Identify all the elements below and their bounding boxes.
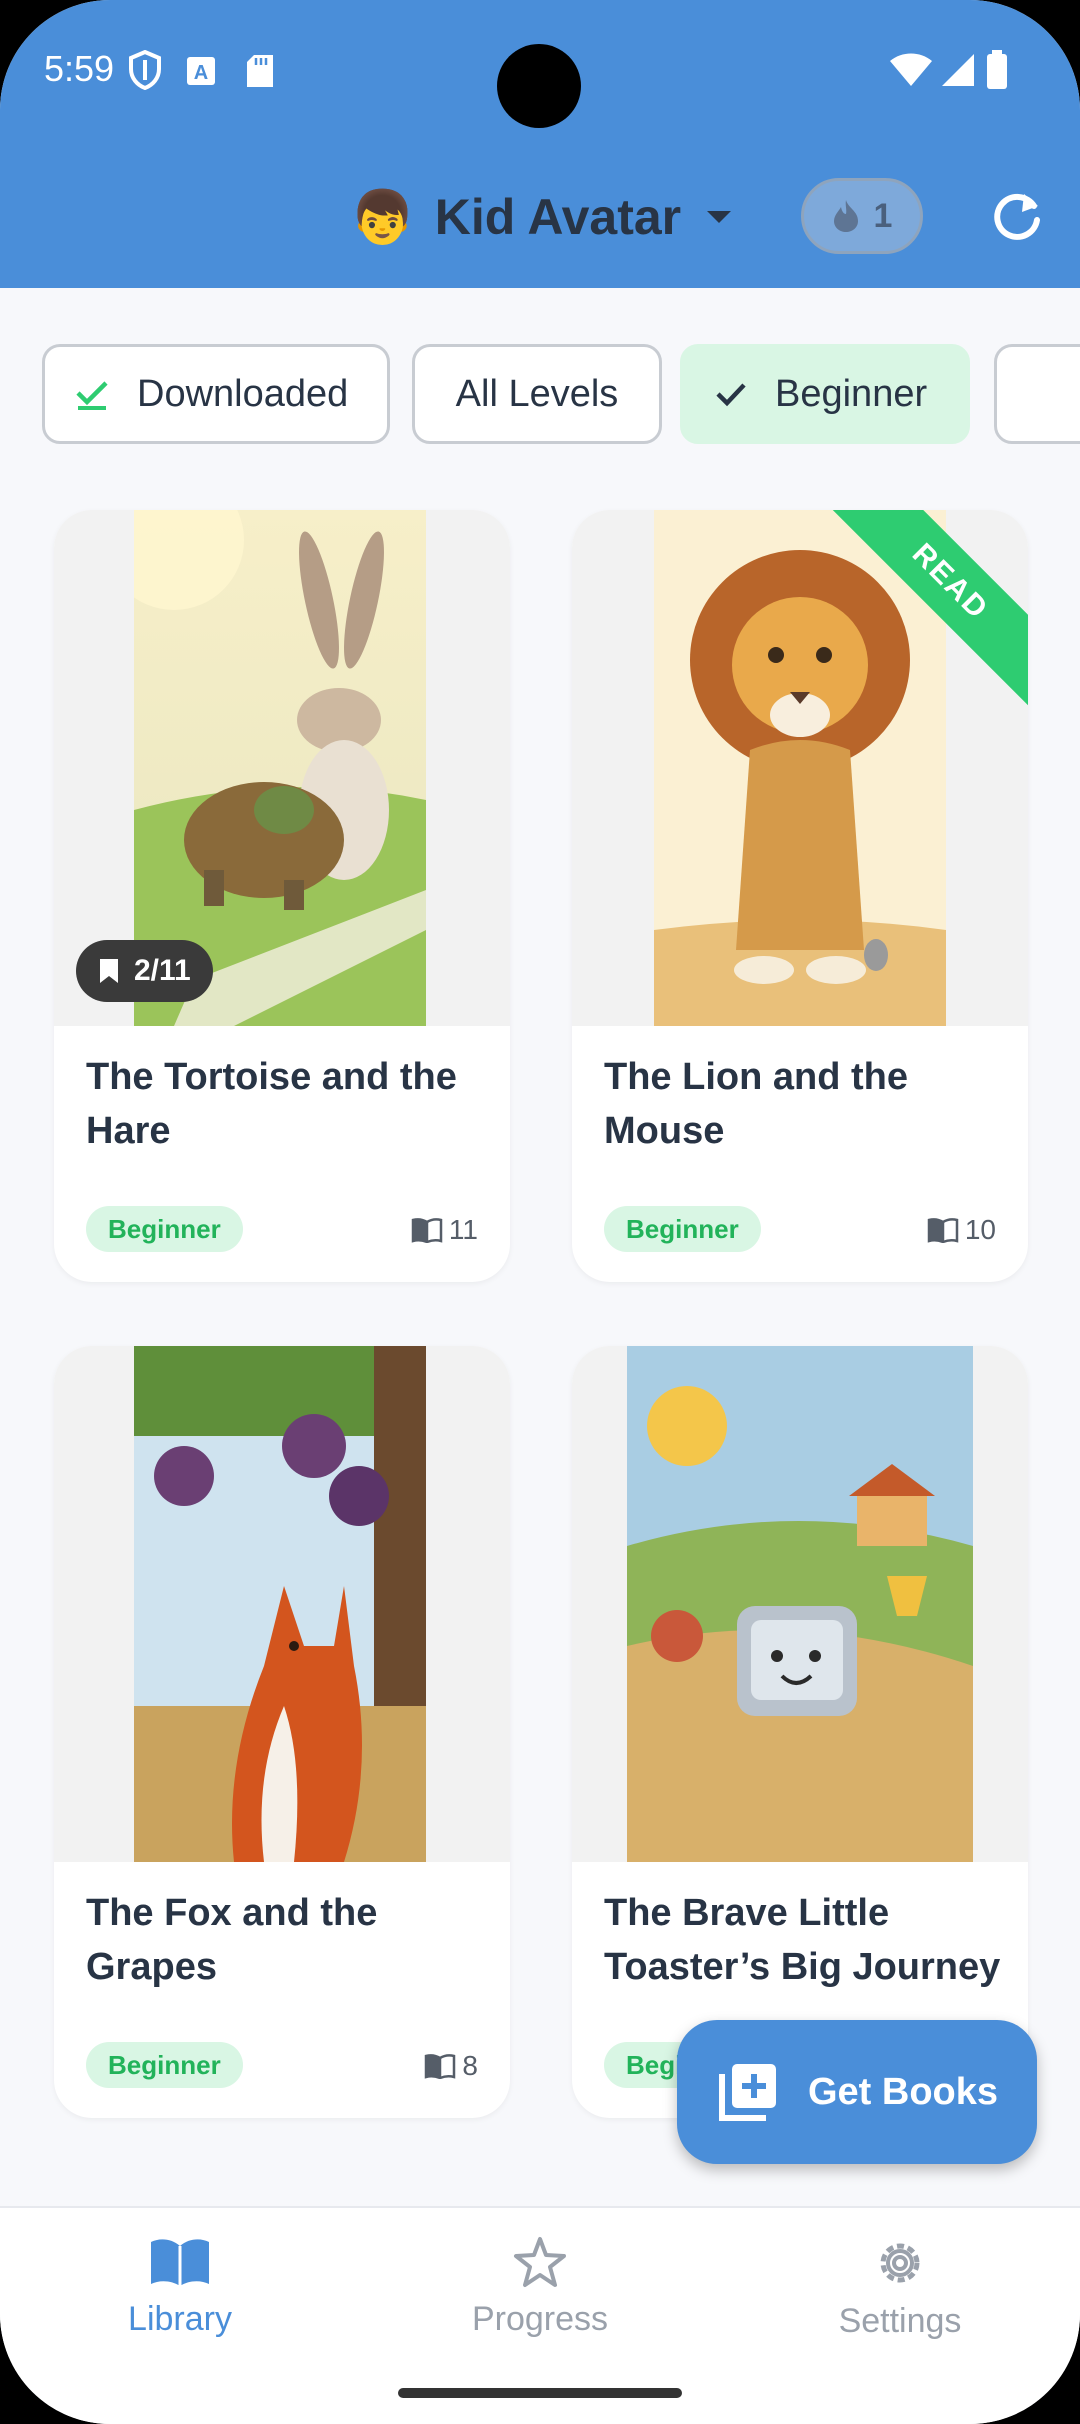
streak-count: 1 bbox=[873, 196, 893, 235]
book-pages-icon bbox=[411, 1218, 443, 1243]
page-count-value: 10 bbox=[964, 1214, 996, 1245]
book-title: The Tortoise and the Hare bbox=[86, 1056, 457, 1152]
book-cover-image bbox=[627, 1346, 973, 1862]
filter-chips-row: Downloaded All Levels Beginner bbox=[42, 344, 1080, 444]
filter-chip-beginner[interactable]: Beginner bbox=[680, 344, 970, 444]
check-icon bbox=[716, 383, 746, 407]
nav-label: Library bbox=[128, 2300, 232, 2338]
star-icon bbox=[514, 2237, 566, 2287]
page-count: 11 bbox=[411, 1210, 478, 1250]
reading-progress-badge: 2/11 bbox=[76, 940, 213, 1002]
wifi-icon bbox=[890, 53, 932, 86]
level-badge: Beginner bbox=[86, 2042, 243, 2088]
filter-chip-all-levels[interactable]: All Levels bbox=[412, 344, 662, 444]
book-title: The Lion and the Mouse bbox=[604, 1056, 908, 1152]
filter-chip-downloaded[interactable]: Downloaded bbox=[42, 344, 390, 444]
page-count: 8 bbox=[424, 2046, 478, 2086]
app-header: 5:59 A 👦 Kid Avatar 1 bbox=[0, 0, 1080, 288]
book-card[interactable]: The Fox and the Grapes Beginner 8 bbox=[54, 1346, 510, 2118]
book-title: The Brave Little Toaster’s Big Journey bbox=[604, 1892, 1001, 1988]
camera-cutout bbox=[497, 44, 581, 128]
nav-item-settings[interactable]: Settings bbox=[790, 2236, 1010, 2341]
keyboard-a-icon: A bbox=[187, 57, 215, 85]
kid-avatar-emoji: 👦 bbox=[350, 188, 415, 247]
refresh-icon[interactable] bbox=[990, 190, 1044, 244]
book-pages-icon bbox=[425, 2054, 456, 2079]
svg-text:A: A bbox=[194, 62, 208, 84]
page-count-value: 11 bbox=[448, 1214, 478, 1245]
check-icon bbox=[76, 381, 108, 410]
status-bar: 5:59 A bbox=[0, 0, 1080, 140]
get-books-button[interactable]: Get Books bbox=[677, 2020, 1037, 2164]
flame-icon bbox=[833, 200, 858, 232]
page-count-value: 8 bbox=[462, 2050, 478, 2081]
get-books-label: Get Books bbox=[807, 2070, 999, 2113]
book-title: The Fox and the Grapes bbox=[86, 1892, 378, 1988]
nav-label: Progress bbox=[471, 2300, 609, 2338]
book-open-icon bbox=[151, 2239, 209, 2286]
progress-text: 2/11 bbox=[134, 954, 191, 987]
status-time: 5:59 bbox=[44, 48, 115, 89]
book-cover-image bbox=[134, 1346, 426, 1862]
home-indicator[interactable] bbox=[398, 2388, 682, 2398]
level-badge: Beginner bbox=[604, 1206, 761, 1252]
signal-icon bbox=[942, 54, 974, 86]
kid-name: Kid Avatar bbox=[434, 189, 682, 245]
filter-chip-label: Downloaded bbox=[137, 372, 349, 415]
gear-icon bbox=[880, 2243, 920, 2283]
book-card[interactable]: The Brave Little Toaster’s Big Journey B… bbox=[572, 1346, 1028, 2118]
filter-chip-label: All Levels bbox=[455, 372, 619, 415]
sd-card-icon bbox=[247, 55, 273, 87]
book-card[interactable]: 2/11 The Tortoise and the Hare Beginner … bbox=[54, 510, 510, 1282]
book-pages-icon bbox=[927, 1218, 959, 1243]
shield-icon bbox=[129, 50, 161, 90]
kid-profile-selector[interactable]: 👦 Kid Avatar bbox=[350, 182, 732, 252]
library-add-icon bbox=[718, 2064, 776, 2121]
level-badge: Beginner bbox=[86, 1206, 243, 1252]
page-count: 10 bbox=[927, 1210, 996, 1250]
filter-chip-more[interactable] bbox=[994, 344, 1080, 444]
book-cover-area bbox=[572, 1346, 1028, 1862]
streak-counter[interactable]: 1 bbox=[801, 178, 923, 254]
dropdown-caret-icon bbox=[707, 211, 732, 223]
bookmark-icon bbox=[100, 959, 118, 983]
app-screen: 5:59 A 👦 Kid Avatar 1 Downloaded All Lev… bbox=[0, 0, 1080, 2424]
book-cover-image bbox=[654, 510, 946, 1026]
battery-icon bbox=[987, 50, 1007, 89]
nav-item-progress[interactable]: Progress bbox=[430, 2236, 650, 2339]
bottom-navigation: Library Progress Settings bbox=[0, 2206, 1080, 2424]
book-cover-area bbox=[54, 1346, 510, 1862]
book-card[interactable]: READ The Lion and the Mouse Beginner 10 bbox=[572, 510, 1028, 1282]
nav-item-library[interactable]: Library bbox=[70, 2236, 290, 2339]
nav-label: Settings bbox=[838, 2302, 962, 2340]
filter-chip-label: Beginner bbox=[775, 372, 928, 415]
